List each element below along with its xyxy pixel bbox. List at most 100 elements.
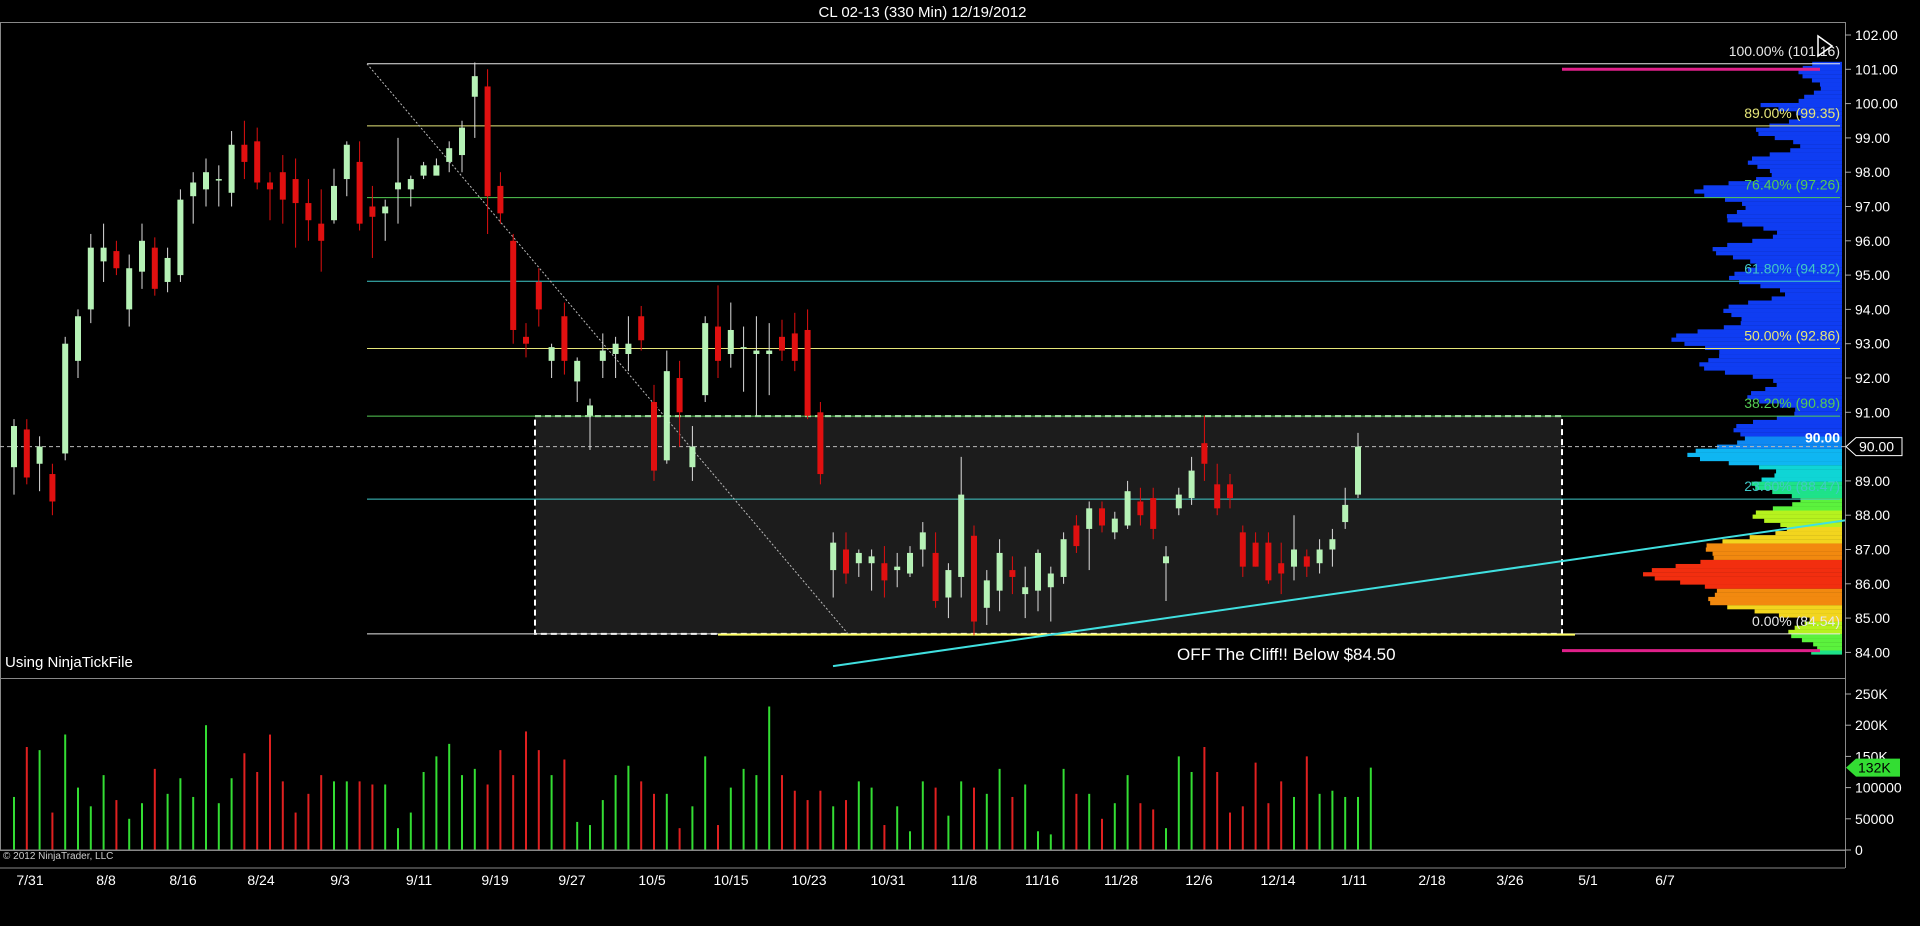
candle-body — [1239, 532, 1246, 567]
candle-body — [919, 532, 926, 550]
volume-profile-bar — [1708, 358, 1842, 363]
price-tick-label: 96.00 — [1855, 233, 1890, 249]
current-price-marker-label: 90.00 — [1859, 439, 1894, 455]
current-price-axis-label: 90.00 — [1805, 430, 1840, 446]
fib-level-label: 89.00% (99.35) — [1744, 105, 1840, 121]
time-tick-label: 11/16 — [1025, 872, 1059, 888]
price-tick-label: 94.00 — [1855, 301, 1890, 317]
time-tick-label: 10/15 — [713, 872, 748, 888]
candle-body — [75, 316, 81, 361]
candle-body — [139, 240, 145, 272]
candle-body — [651, 402, 657, 471]
volume-profile-bar — [1728, 304, 1842, 309]
candle-body — [587, 405, 593, 416]
time-tick-label: 7/31 — [16, 872, 43, 888]
candle-body — [574, 360, 581, 382]
candle-body — [1252, 542, 1259, 567]
candle-body — [753, 350, 760, 354]
volume-profile-bar — [1776, 469, 1842, 474]
volume-profile-bar — [1699, 362, 1842, 367]
volume-profile-bar — [1719, 349, 1842, 355]
volume-profile-bar — [1765, 386, 1842, 392]
candle-body — [497, 185, 504, 214]
candle-body — [1214, 484, 1221, 509]
candle-body — [254, 141, 261, 183]
candle-body — [663, 371, 670, 461]
candle-body — [1265, 542, 1272, 581]
candle-body — [1201, 443, 1208, 464]
volume-profile-bar — [1705, 345, 1842, 351]
volume-profile-bar — [1802, 74, 1842, 79]
time-tick-label: 8/24 — [247, 872, 274, 888]
candle-body — [1278, 563, 1285, 574]
price-tick-label: 92.00 — [1855, 370, 1890, 386]
candle-body — [1163, 556, 1169, 564]
candle-body — [971, 535, 977, 622]
fib-level-label: 0.00% (84.54) — [1752, 613, 1840, 629]
price-tick-label: 98.00 — [1855, 164, 1890, 180]
candle-body — [510, 240, 517, 330]
candle-body — [215, 179, 222, 181]
volume-profile-bar — [1704, 366, 1842, 371]
volume-profile-bar — [1643, 572, 1842, 577]
price-tick-label: 99.00 — [1855, 130, 1890, 146]
volume-profile-bar — [1775, 531, 1842, 536]
volume-profile-bar — [1706, 543, 1842, 548]
volume-profile-bar — [1722, 539, 1842, 544]
fib-level-label: 23.60% (88.47) — [1744, 478, 1840, 494]
candle-body — [87, 247, 94, 310]
price-tick-label: 101.00 — [1855, 61, 1898, 77]
volume-profile-bar — [1820, 86, 1842, 91]
candle-body — [843, 549, 849, 574]
time-tick-label: 3/26 — [1496, 872, 1523, 888]
candle-body — [689, 446, 696, 468]
volume-profile-bar — [1771, 296, 1842, 301]
candle-body — [523, 336, 529, 344]
candle-body — [1329, 539, 1336, 550]
candle-body — [676, 378, 683, 413]
volume-profile-bar — [1774, 473, 1842, 478]
candle-body — [1111, 518, 1118, 533]
volume-profile-bar — [1680, 580, 1842, 585]
volume-profile-bar — [1800, 144, 1842, 149]
volume-profile-bar — [1777, 230, 1842, 235]
time-tick-label: 6/7 — [1655, 872, 1675, 888]
candle-body — [407, 179, 414, 190]
candle-body — [715, 326, 721, 361]
candle-body — [241, 144, 248, 162]
volume-profile-bar — [1813, 642, 1842, 647]
time-tick-label: 8/16 — [169, 872, 196, 888]
volume-profile-bar — [1748, 300, 1842, 305]
time-tick-label: 10/23 — [791, 872, 826, 888]
data-source-label: Using NinjaTickFile — [5, 654, 133, 671]
volume-profile-bar — [1757, 164, 1842, 169]
volume-profile-bar — [1756, 127, 1842, 132]
cliff-annotation: OFF The Cliff!! Below $84.50 — [1177, 645, 1396, 664]
volume-profile-bar — [1651, 568, 1842, 573]
volume-profile-bar — [1791, 493, 1842, 499]
price-chart[interactable]: 100.00% (101.16) 89.00% (99.35) 76.40% (97… — [0, 0, 1920, 926]
candle-body — [1047, 573, 1054, 588]
volume-profile-bar — [1793, 140, 1842, 145]
time-tick-label: 2/18 — [1418, 872, 1445, 888]
volume-profile-bar — [1774, 135, 1842, 141]
fib-level-label: 100.00% (101.16) — [1729, 43, 1840, 59]
volume-profile-bar — [1804, 94, 1842, 99]
volume-profile-bar — [1710, 601, 1842, 606]
candle-body — [23, 429, 30, 478]
volume-profile-bar — [1732, 255, 1842, 260]
price-tick-label: 97.00 — [1855, 199, 1890, 215]
volume-profile-bar — [1759, 465, 1842, 470]
volume-profile-bar — [1752, 514, 1842, 519]
time-tick-label: 10/31 — [870, 872, 905, 888]
candle-body — [1086, 508, 1093, 529]
candle-body — [881, 563, 888, 581]
fib-level-label: 61.80% (94.82) — [1744, 260, 1840, 276]
volume-profile-bar — [1811, 78, 1842, 83]
candle-body — [228, 144, 235, 193]
volume-profile-bar — [1695, 448, 1842, 453]
candle-body — [766, 350, 773, 354]
price-tick-label: 100.00 — [1855, 96, 1898, 112]
time-tick-label: 5/1 — [1578, 872, 1598, 888]
time-tick-label: 12/6 — [1185, 872, 1212, 888]
